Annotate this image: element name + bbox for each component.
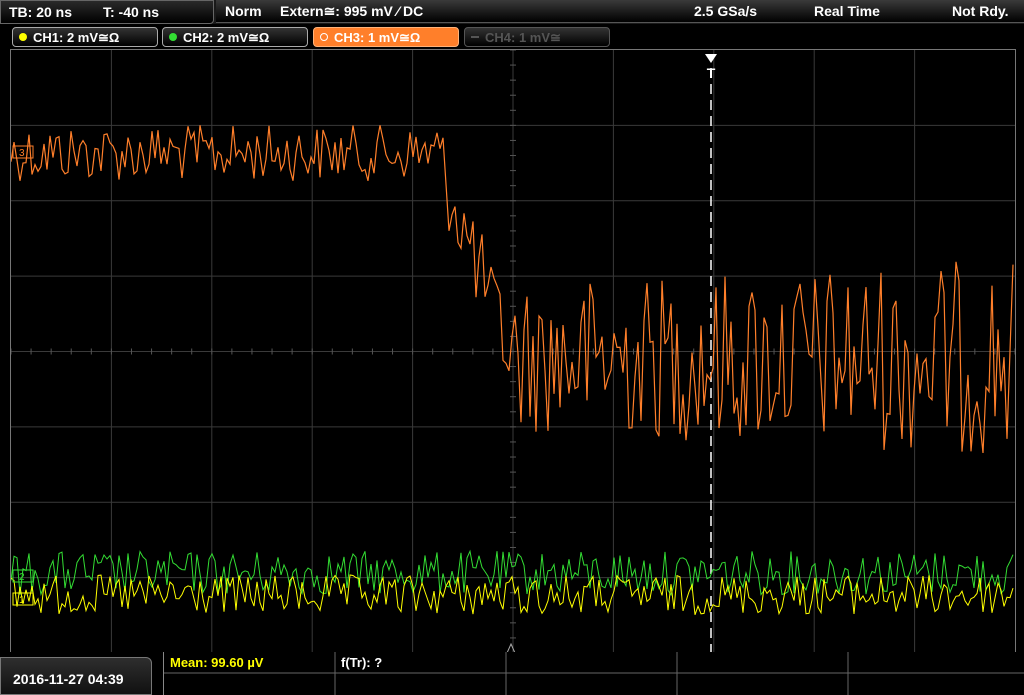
ch4-tab[interactable]: CH4: 1 mV≅ (464, 27, 610, 47)
datetime: 2016-11-27 04:39 (13, 671, 124, 687)
measurement-mean[interactable]: Mean: 99.60 µV (170, 655, 263, 670)
trigger-mode[interactable]: Norm (225, 3, 262, 19)
ch1-marker-label: 1 (19, 595, 25, 606)
top-bar: TB: 20 ns T: -40 ns Norm Extern≅: 995 mV… (0, 0, 1024, 24)
waveform-display[interactable]: T 3 2 1 (10, 49, 1016, 654)
trigger-time-label[interactable]: T: -40 ns (103, 4, 159, 20)
waveform-svg: T 3 2 1 (11, 50, 1015, 653)
ch2-dot-icon (169, 33, 177, 41)
ch2-tab[interactable]: CH2: 2 mV≅Ω (162, 27, 308, 47)
trigger-arrow-icon[interactable] (705, 54, 717, 63)
datetime-panel: 2016-11-27 04:39 (0, 657, 152, 695)
timebase-panel[interactable]: TB: 20 ns T: -40 ns (0, 0, 214, 24)
trigger-marker-label: T (707, 65, 716, 81)
ch3-label: CH3: 1 mV≅Ω (334, 30, 421, 45)
ch2-label: CH2: 2 mV≅Ω (183, 30, 270, 45)
ch3-waveform (11, 125, 1014, 454)
ch4-off-icon (471, 36, 479, 38)
status-bar: Norm Extern≅: 995 mV ⁄ DC 2.5 GSa/s Real… (216, 0, 1024, 23)
acquisition-status: Not Rdy. (952, 3, 1009, 19)
channel-tabs: CH1: 2 mV≅Ω CH2: 2 mV≅Ω CH3: 1 mV≅Ω CH4:… (0, 24, 1024, 49)
acquisition-mode[interactable]: Real Time (814, 3, 880, 19)
timebase-label[interactable]: TB: 20 ns (9, 4, 72, 20)
bottom-bar: 2016-11-27 04:39 Mean: 99.60 µV f(Tr): ? (0, 652, 1024, 695)
sample-rate: 2.5 GSa/s (694, 3, 758, 19)
ch3-tab[interactable]: CH3: 1 mV≅Ω (313, 27, 459, 47)
ch3-marker-label: 3 (19, 148, 25, 159)
ch1-tab[interactable]: CH1: 2 mV≅Ω (12, 27, 158, 47)
ch2-waveform (11, 549, 1014, 597)
ch1-dot-icon (19, 33, 27, 41)
ch4-label: CH4: 1 mV≅ (485, 30, 561, 45)
trigger-source[interactable]: Extern≅: 995 mV ⁄ DC (280, 3, 423, 20)
ch3-dot-icon (320, 33, 328, 41)
measurement-fall-time[interactable]: f(Tr): ? (341, 655, 382, 670)
ch1-waveform (11, 574, 1014, 616)
graticule (11, 50, 1015, 653)
ch2-marker-label: 2 (19, 572, 25, 583)
ch1-label: CH1: 2 mV≅Ω (33, 30, 120, 45)
measurement-grid (164, 652, 1024, 695)
measurement-panel[interactable]: Mean: 99.60 µV f(Tr): ? (163, 652, 1024, 695)
